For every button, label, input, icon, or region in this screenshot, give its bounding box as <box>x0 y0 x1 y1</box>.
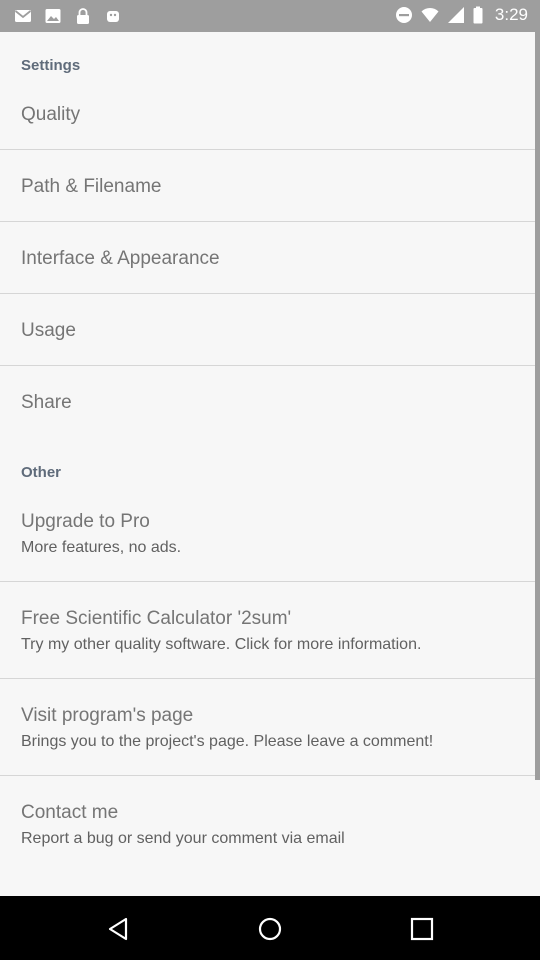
pref-interface-appearance[interactable]: Interface & Appearance <box>0 222 540 294</box>
android-icon <box>107 11 119 22</box>
pref-path-filename[interactable]: Path & Filename <box>0 150 540 222</box>
status-time: 3:29 <box>494 5 528 24</box>
pref-summary: Brings you to the project's page. Please… <box>21 733 434 750</box>
pref-summary: More features, no ads. <box>21 539 182 556</box>
home-icon[interactable] <box>257 916 283 942</box>
pref-visit-program-page[interactable]: Visit program's page Brings you to the p… <box>0 679 540 775</box>
pref-title: Quality <box>21 104 81 125</box>
dnd-icon <box>395 7 412 23</box>
pref-title: Path & Filename <box>21 176 162 197</box>
pref-title: Visit program's page <box>21 705 194 726</box>
pref-title: Share <box>21 392 72 413</box>
scrollbar[interactable] <box>535 32 540 780</box>
pref-summary: Report a bug or send your comment via em… <box>21 830 345 847</box>
pref-title: Interface & Appearance <box>21 248 220 269</box>
pref-quality[interactable]: Quality <box>0 96 540 150</box>
pref-title: Usage <box>21 320 76 341</box>
status-bar: 3:29 <box>0 0 540 32</box>
back-icon[interactable] <box>105 916 131 942</box>
pref-usage[interactable]: Usage <box>0 294 540 366</box>
gmail-icon <box>14 10 32 22</box>
pref-upgrade-to-pro[interactable]: Upgrade to Pro More features, no ads. <box>0 502 540 581</box>
pref-summary: Try my other quality software. Click for… <box>21 636 422 653</box>
settings-section-header: Settings <box>21 57 81 74</box>
signal-icon <box>447 7 464 23</box>
pref-title: Upgrade to Pro <box>21 511 150 532</box>
pref-contact-me[interactable]: Contact me Report a bug or send your com… <box>0 776 540 872</box>
pref-title: Contact me <box>21 802 119 823</box>
battery-icon <box>473 6 483 24</box>
pref-title: Free Scientific Calculator '2sum' <box>21 608 292 629</box>
status-system-icons: 3:29 <box>395 5 528 25</box>
wifi-icon <box>421 7 439 22</box>
recents-icon[interactable] <box>409 916 435 942</box>
other-section-header: Other <box>21 464 62 481</box>
pref-share[interactable]: Share <box>0 366 540 438</box>
settings-list[interactable]: Settings Quality Path & Filename Interfa… <box>0 32 540 896</box>
pref-free-calculator[interactable]: Free Scientific Calculator '2sum' Try my… <box>0 582 540 678</box>
lock-icon <box>77 8 89 24</box>
image-icon <box>45 9 61 23</box>
navigation-bar <box>0 896 540 960</box>
status-notification-icons <box>14 7 122 25</box>
